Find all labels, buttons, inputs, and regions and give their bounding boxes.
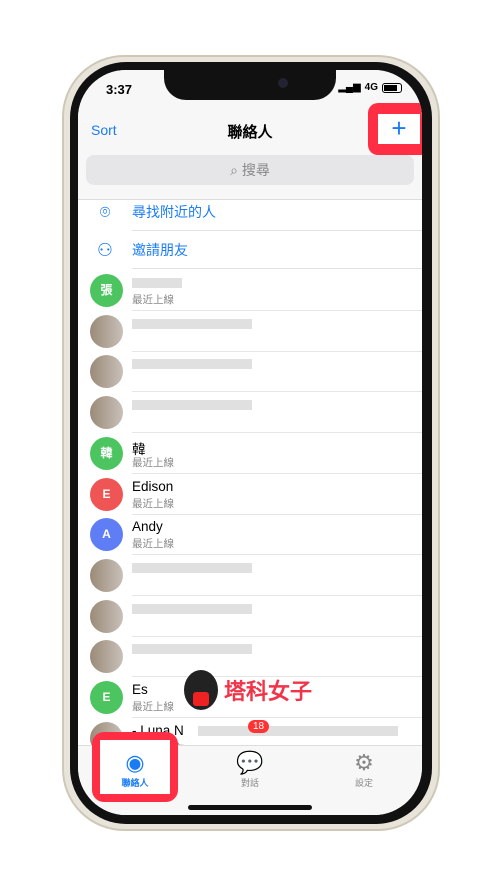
contact-row[interactable] [78, 596, 422, 637]
contact-status: 最近上線 [132, 294, 174, 306]
tab-label: 聯絡人 [121, 778, 149, 788]
avatar [90, 355, 123, 389]
contact-row[interactable]: A Andy 最近上線 [78, 514, 422, 556]
contact-row[interactable]: E Edison 最近上線 [78, 474, 422, 515]
blurred-text [132, 562, 252, 573]
invite-friends-button[interactable]: ⚇ 邀請朋友 [78, 231, 422, 269]
home-indicator [188, 805, 312, 810]
screen: 3:37 ▂▄▆ 4G Sort 聯絡人 + ⌕ 搜尋 ⌾ 尋找附近的人 ⚇ 邀請朋友… [78, 70, 422, 815]
contact-row[interactable] [78, 351, 422, 393]
blurred-text [132, 644, 252, 655]
watermark-text: 塔科女子 [224, 679, 313, 704]
contact-status: 最近上線 [132, 701, 174, 713]
contact-row[interactable]: 韓韓最近上線 [78, 433, 422, 474]
signal-icon: ▂▄▆ [338, 82, 361, 93]
contact-status: 最近上線 [132, 456, 174, 469]
tab-settings[interactable]: ⚙ 設定 [324, 750, 404, 789]
chat-bubbles-icon: 💬 [236, 750, 264, 775]
tab-chats[interactable]: 💬 對話 [210, 750, 290, 789]
watermark-logo-icon [184, 670, 218, 710]
tab-label: 對話 [240, 778, 259, 788]
contact-row[interactable] [78, 311, 422, 352]
avatar [90, 314, 123, 348]
network-label: 4G [364, 82, 378, 93]
contact-row[interactable]: 張最近上線 [78, 270, 422, 311]
contact-name: Andy [132, 519, 163, 535]
avatar: 韓 [90, 436, 123, 470]
add-contact-button[interactable]: + [378, 114, 420, 144]
person-circle-icon: ◉ [125, 750, 145, 775]
avatar: E [90, 477, 123, 511]
search-icon: ⌕ [230, 162, 242, 178]
search-placeholder: 搜尋 [241, 162, 270, 178]
blurred-text [132, 278, 182, 288]
notch [164, 70, 336, 100]
battery-icon [382, 82, 402, 93]
avatar [90, 640, 123, 674]
status-time: 3:37 [106, 82, 133, 97]
contact-row[interactable] [78, 555, 422, 596]
find-nearby-button[interactable]: ⌾ 尋找附近的人 [78, 193, 422, 231]
contact-status: 最近上線 [132, 538, 174, 551]
blurred-text [132, 359, 252, 370]
action-label: 邀請朋友 [132, 231, 422, 269]
add-person-icon: ⚇ [96, 239, 114, 260]
blurred-text [132, 318, 252, 329]
tab-contacts[interactable]: ◉ 聯絡人 [95, 750, 175, 789]
watermark: 塔科女子 [184, 670, 312, 710]
tab-label: 設定 [354, 778, 373, 788]
avatar [90, 396, 123, 430]
status-icons: ▂▄▆ 4G [338, 82, 402, 93]
contact-name: Edison [132, 478, 174, 494]
unread-badge: 18 [248, 720, 270, 733]
search-input[interactable]: ⌕ 搜尋 [86, 155, 414, 185]
blurred-text [132, 603, 252, 614]
action-label: 尋找附近的人 [132, 193, 422, 231]
contact-status: 最近上線 [132, 497, 174, 510]
location-pin-icon: ⌾ [99, 201, 111, 222]
avatar: 張 [90, 274, 123, 307]
avatar: E [90, 681, 123, 714]
contact-name: Es [132, 682, 148, 697]
gear-icon: ⚙ [354, 750, 374, 775]
avatar: A [90, 518, 123, 552]
blurred-text [132, 400, 252, 411]
avatar [90, 558, 123, 592]
avatar [90, 599, 123, 633]
camera [278, 78, 288, 88]
blurred-text [198, 725, 398, 736]
contact-row[interactable] [78, 392, 422, 434]
